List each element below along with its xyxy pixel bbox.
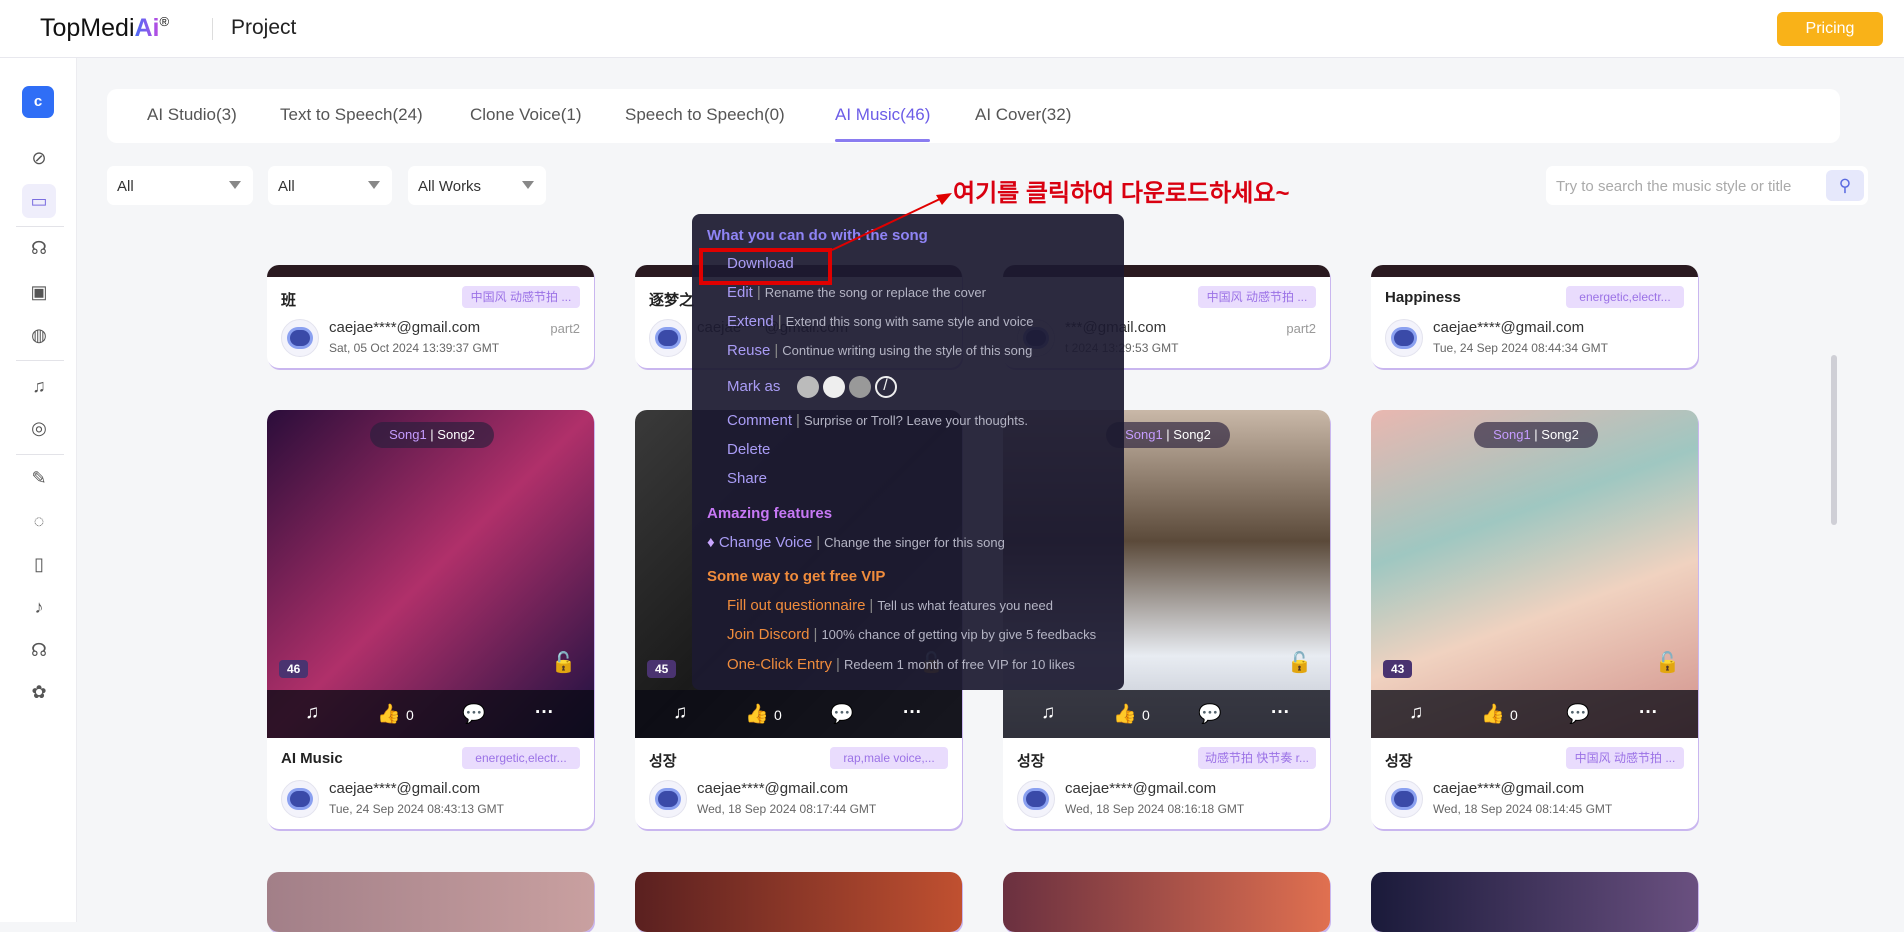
annotation-text: 여기를 클릭하여 다운로드하세요~ [953, 180, 1290, 207]
annotation-arrow [831, 193, 952, 251]
